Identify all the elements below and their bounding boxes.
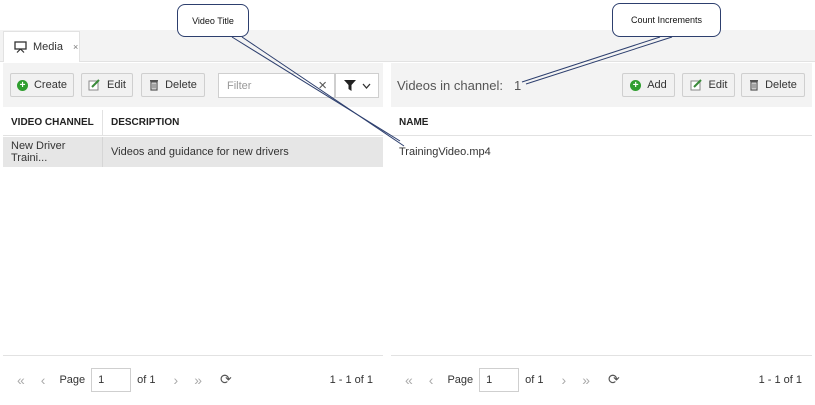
callout-video-title: Video Title [177, 4, 249, 37]
callout-leaders [231, 36, 673, 147]
callout-count-increments: Count Increments [612, 3, 721, 37]
